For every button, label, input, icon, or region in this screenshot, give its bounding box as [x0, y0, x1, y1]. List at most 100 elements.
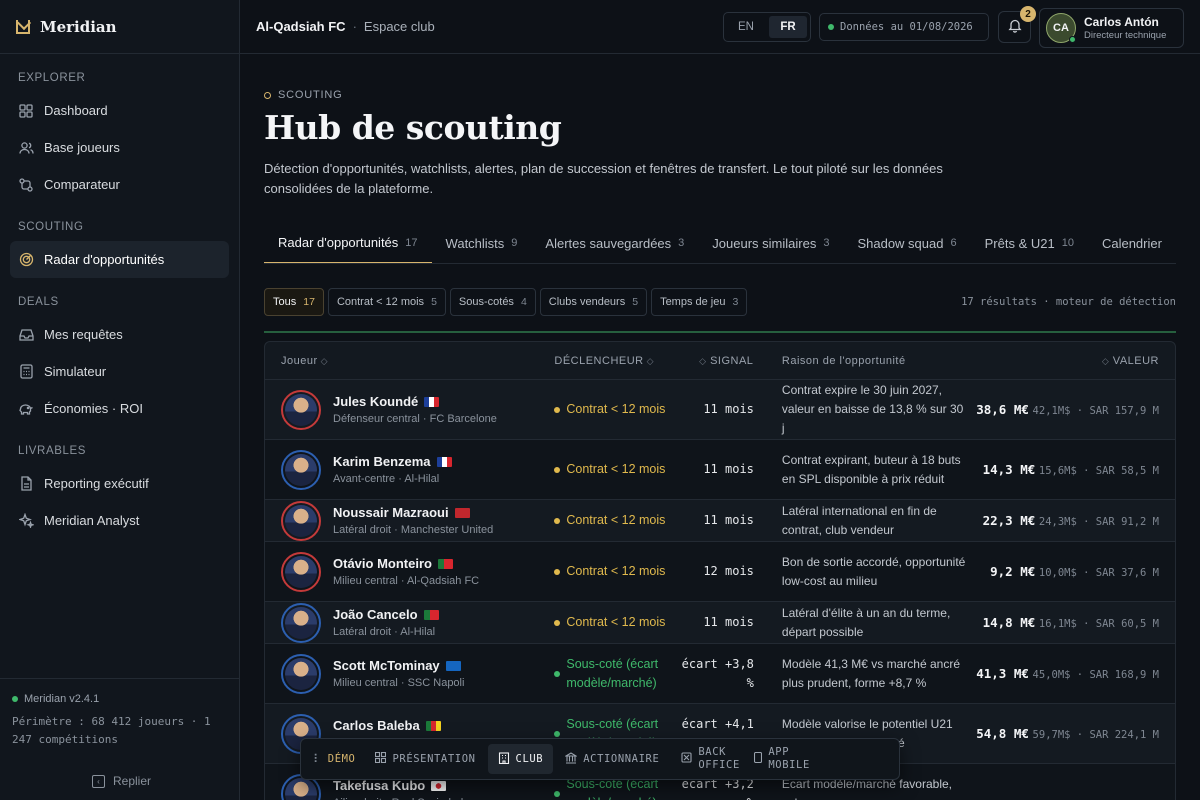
reason-cell: Contrat expire le 30 juin 2027, valeur e…	[781, 383, 964, 435]
dashboard-icon	[18, 103, 34, 119]
filter-chip-sous-cotes[interactable]: Sous-cotés 4	[449, 288, 536, 316]
filter-chip-tous[interactable]: Tous 17	[264, 288, 324, 316]
filter-bar: Tous 17 Contrat < 12 mois 5 Sous-cotés 4…	[264, 288, 1176, 316]
chip-count: 4	[520, 296, 527, 308]
piggy-bank-icon	[18, 401, 34, 417]
player-name[interactable]: Noussair Mazraoui	[333, 505, 449, 520]
signal-cell: écart +3,8 %	[681, 656, 754, 690]
column-header-player[interactable]: Joueur ◇	[265, 355, 538, 367]
value-sar: SAR 58,5 M	[1095, 465, 1159, 477]
breadcrumb-separator: ·	[352, 19, 357, 34]
sidebar-item-reporting-executif[interactable]: Reporting exécutif	[10, 465, 229, 502]
value-separator: ·	[1076, 567, 1096, 579]
tab-label: Prêts & U21	[984, 235, 1055, 251]
version-text: Meridian v2.4.1	[24, 693, 100, 705]
value-sar: SAR 91,2 M	[1095, 516, 1159, 528]
player-meta: Défenseur central · FC Barcelone	[333, 413, 497, 425]
filter-chip-temps-de-jeu[interactable]: Temps de jeu 3	[651, 288, 748, 316]
sidebar: Meridian EXPLORER Dashboard Base joueurs	[0, 0, 240, 800]
column-header-trigger[interactable]: DÉCLENCHEUR ◇	[538, 355, 680, 367]
notification-count-badge: 2	[1020, 6, 1036, 22]
filter-chip-contrat[interactable]: Contrat < 12 mois 5	[327, 288, 446, 316]
trigger-dot-icon	[554, 619, 561, 626]
table-row[interactable]: Karim Benzema Avant-centre · Al-Hilal Cont…	[265, 440, 1175, 500]
player-name[interactable]: João Cancelo	[333, 607, 418, 622]
tab-calendrier[interactable]: Calendrier	[1088, 223, 1176, 263]
demo-back-office-button[interactable]: BACK OFFICE	[671, 744, 742, 774]
notifications-button[interactable]: 2	[998, 6, 1036, 43]
user-menu[interactable]: CA Carlos Antón Directeur technique	[1039, 8, 1184, 48]
sidebar-item-label: Radar d'opportunités	[44, 252, 165, 267]
page-description: Détection d'opportunités, watchlists, al…	[264, 161, 943, 196]
demo-presentation-button[interactable]: PRÉSENTATION	[365, 744, 485, 774]
demo-club-button[interactable]: CLUB	[487, 744, 554, 774]
tab-radar[interactable]: Radar d'opportunités 17	[264, 223, 432, 263]
nav-section-title: DEALS	[18, 296, 59, 308]
brand[interactable]: Meridian	[0, 0, 239, 54]
filter-chip-clubs-vendeurs[interactable]: Clubs vendeurs 5	[539, 288, 648, 316]
version-info: Meridian v2.4.1	[12, 693, 227, 705]
sidebar-item-radar[interactable]: Radar d'opportunités	[10, 241, 229, 278]
tab-watchlists[interactable]: Watchlists 9	[432, 223, 532, 263]
sidebar-item-label: Meridian Analyst	[44, 513, 140, 528]
value-eur: 38,6 M€	[976, 402, 1029, 417]
sidebar-item-simulateur[interactable]: Simulateur	[10, 353, 229, 390]
player-meta: Latéral droit · Manchester United	[333, 524, 494, 536]
sidebar-item-label: Dashboard	[44, 103, 108, 118]
table-row[interactable]: Noussair Mazraoui Latéral droit · Manches…	[265, 500, 1175, 542]
lang-en-button[interactable]: EN	[727, 16, 765, 38]
sidebar-item-base-joueurs[interactable]: Base joueurs	[10, 129, 229, 166]
sidebar-item-meridian-analyst[interactable]: Meridian Analyst	[10, 502, 229, 539]
table-row[interactable]: João Cancelo Latéral droit · Al-Hilal Cont…	[265, 602, 1175, 644]
page-eyebrow: SCOUTING	[264, 89, 1200, 101]
tab-joueurs-similaires[interactable]: Joueurs similaires 3	[698, 223, 843, 263]
player-name[interactable]: Carlos Baleba	[333, 718, 420, 733]
sidebar-item-comparateur[interactable]: Comparateur	[10, 166, 229, 203]
tab-label: Calendrier	[1101, 235, 1162, 251]
table-row[interactable]: Otávio Monteiro Milieu central · Al-Qadsi…	[265, 542, 1175, 602]
language-switch: EN FR	[723, 12, 811, 42]
player-name[interactable]: Jules Koundé	[333, 394, 418, 409]
column-header-signal[interactable]: ◇ SIGNAL	[680, 355, 766, 367]
breadcrumb-club[interactable]: Al-Qadsiah FC	[256, 19, 346, 34]
player-name-line: Karim Benzema	[333, 454, 452, 469]
tab-prets-u21[interactable]: Prêts & U21 10	[971, 223, 1088, 263]
player-name[interactable]: Karim Benzema	[333, 454, 431, 469]
player-info: Jules Koundé Défenseur central · FC Barce…	[333, 394, 497, 425]
player-name[interactable]: Otávio Monteiro	[333, 556, 432, 571]
tab-shadow-squad[interactable]: Shadow squad 6	[843, 223, 970, 263]
player-photo	[281, 602, 321, 643]
player-name-line: Carlos Baleba	[333, 718, 454, 733]
reason-cell: Contrat expirant, buteur à 18 buts en SP…	[781, 452, 961, 486]
trigger-dot-icon	[554, 466, 561, 473]
nav-section-livrables: LIVRABLES Reporting exécutif Meridian An…	[0, 445, 239, 539]
column-header-label: Joueur	[281, 354, 318, 367]
player-name[interactable]: Scott McTominay	[333, 658, 440, 673]
player-photo-image	[285, 453, 317, 486]
table-row[interactable]: Scott McTominay Milieu central · SSC Napo…	[265, 644, 1175, 704]
collapse-sidebar-button[interactable]: ‹ Replier	[92, 774, 151, 788]
player-info: Otávio Monteiro Milieu central · Al-Qadsi…	[333, 556, 479, 587]
player-cell: Noussair Mazraoui Latéral droit · Manches…	[265, 500, 538, 541]
trigger-dot-icon	[554, 517, 561, 524]
flag-icon	[423, 609, 439, 620]
tab-alertes[interactable]: Alertes sauvegardées 3	[531, 223, 698, 263]
column-header-value[interactable]: ◇ VALEUR	[965, 355, 1175, 367]
trigger-label: Sous-coté (écart modèle/marché)	[566, 656, 659, 690]
player-name[interactable]: Takefusa Kubo	[333, 778, 425, 793]
tab-count: 3	[823, 237, 830, 249]
sidebar-item-dashboard[interactable]: Dashboard	[10, 92, 229, 129]
flag-icon	[425, 720, 441, 731]
sidebar-item-economies-roi[interactable]: Économies · ROI	[10, 390, 229, 427]
demo-app-mobile-button[interactable]: APP MOBILE	[744, 744, 826, 774]
drag-handle-icon[interactable]: ⠇	[307, 752, 326, 766]
bank-icon	[564, 751, 579, 767]
lang-fr-button[interactable]: FR	[769, 16, 807, 38]
signal-cell: 11 mois	[703, 513, 754, 527]
demo-actionnaire-button[interactable]: ACTIONNAIRE	[555, 744, 669, 774]
column-header-label: VALEUR	[1112, 354, 1159, 367]
sidebar-item-mes-requetes[interactable]: Mes requêtes	[10, 316, 229, 353]
player-photo-image	[285, 393, 317, 426]
tab-count: 6	[950, 237, 957, 249]
table-row[interactable]: Jules Koundé Défenseur central · FC Barce…	[265, 380, 1175, 440]
